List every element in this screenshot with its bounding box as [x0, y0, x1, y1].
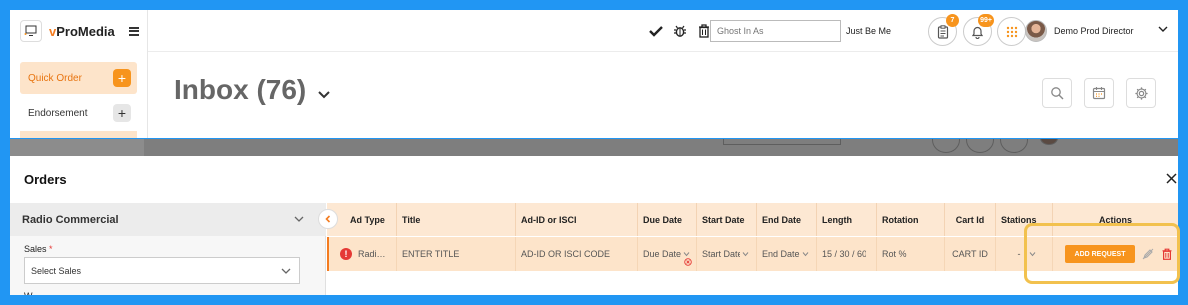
- collapse-panel-button[interactable]: [318, 209, 338, 229]
- column-header-ad-id[interactable]: Ad-ID or ISCI: [516, 203, 638, 236]
- just-be-me-button[interactable]: Just Be Me: [846, 26, 891, 36]
- grid-header: Ad Type Title Ad-ID or ISCI Due Date Sta…: [327, 203, 1178, 236]
- calendar-button[interactable]: [1084, 78, 1114, 108]
- cell-ad-type[interactable]: ! Radi…: [335, 237, 397, 271]
- ad-type-value: Radi…: [358, 249, 386, 259]
- apps-grid-button[interactable]: [997, 17, 1026, 46]
- stations-value: -: [1017, 249, 1021, 259]
- hamburger-menu-icon[interactable]: [128, 26, 139, 36]
- due-date-select[interactable]: Due Date: [638, 237, 697, 271]
- notifications-badge: 99+: [978, 14, 994, 27]
- column-header-ad-type[interactable]: Ad Type: [345, 203, 397, 236]
- column-header-rotation[interactable]: Rotation: [877, 203, 945, 236]
- sidebar: vProMedia Quick Order + Endorsement +: [10, 10, 148, 138]
- chevron-down-icon[interactable]: [294, 214, 304, 224]
- ghost-in-as-input[interactable]: [710, 20, 841, 42]
- page-title: Inbox (76): [174, 74, 307, 105]
- column-header-length[interactable]: Length: [817, 203, 877, 236]
- rotation-input[interactable]: Rot %: [877, 237, 945, 271]
- close-icon[interactable]: [1166, 173, 1177, 184]
- check-icon[interactable]: [648, 23, 664, 39]
- length-input[interactable]: 15 / 30 / 60: [817, 237, 877, 271]
- sidebar-item-endorsement[interactable]: Endorsement +: [20, 97, 137, 129]
- sidebar-item-label: Endorsement: [28, 107, 88, 119]
- column-header-end-date[interactable]: End Date: [757, 203, 817, 236]
- section-title: Radio Commercial: [22, 213, 119, 226]
- chevron-down-icon[interactable]: [1158, 24, 1168, 34]
- sidebar-item-quick-order[interactable]: Quick Order +: [20, 62, 137, 94]
- settings-button[interactable]: [1126, 78, 1156, 108]
- orders-modal: Orders Radio Commercial Sales * Select S…: [10, 156, 1178, 295]
- search-icon: [1051, 87, 1064, 100]
- logo-icon: [20, 20, 42, 42]
- chevron-down-icon: [683, 252, 690, 257]
- required-mark: *: [49, 244, 53, 254]
- due-date-value: Due Date: [643, 249, 682, 259]
- avatar[interactable]: [1025, 20, 1047, 42]
- stations-select[interactable]: -: [996, 237, 1053, 271]
- column-header-cart-id[interactable]: Cart Id: [945, 203, 996, 236]
- column-header-actions: Actions: [1098, 214, 1132, 225]
- plus-icon[interactable]: +: [113, 69, 131, 87]
- bug-icon[interactable]: [672, 23, 688, 39]
- start-date-select[interactable]: Start Date: [697, 237, 757, 271]
- notifications-button[interactable]: 99+: [963, 14, 994, 46]
- table-row: ! Radi… ENTER TITLE AD-ID OR ISCI CODE D…: [327, 237, 1178, 271]
- column-header-stations[interactable]: Stations: [996, 203, 1053, 236]
- error-icon: !: [340, 248, 352, 260]
- chevron-down-icon: [281, 268, 291, 274]
- order-form-panel: Radio Commercial Sales * Select Sales W: [10, 203, 326, 295]
- start-date-value: Start Date: [702, 249, 740, 259]
- search-button[interactable]: [1042, 78, 1072, 108]
- column-header-title[interactable]: Title: [397, 203, 516, 236]
- column-header-due-date[interactable]: Due Date: [638, 203, 697, 236]
- background-overlay: [10, 139, 1178, 156]
- sidebar-item-next[interactable]: [20, 131, 137, 138]
- field-label: W: [24, 291, 33, 295]
- chevron-left-icon: [325, 215, 331, 223]
- top-bar: Just Be Me 7 99+ Demo Prod Director: [148, 10, 1178, 52]
- end-date-value: End Date: [762, 249, 800, 259]
- add-request-button[interactable]: ADD REQUEST: [1065, 245, 1135, 263]
- sales-select-value: Select Sales: [31, 265, 82, 276]
- calendar-icon: [1092, 87, 1106, 100]
- edit-disabled-icon[interactable]: [1142, 248, 1154, 260]
- section-header-radio-commercial[interactable]: Radio Commercial: [10, 203, 326, 236]
- sales-label: Sales *: [24, 244, 53, 254]
- brand-name: vProMedia: [49, 23, 115, 39]
- length-value: 15 / 30 / 60: [822, 249, 866, 259]
- clipboard-button[interactable]: 7: [928, 14, 959, 46]
- logo-row: vProMedia: [10, 10, 147, 52]
- sales-select[interactable]: Select Sales: [24, 257, 300, 284]
- chevron-down-icon[interactable]: [318, 90, 330, 100]
- end-date-select[interactable]: End Date: [757, 237, 817, 271]
- chevron-down-icon: [802, 252, 808, 257]
- clipboard-badge: 7: [946, 14, 959, 27]
- clear-error-icon[interactable]: [684, 258, 692, 266]
- sidebar-item-label: Quick Order: [28, 72, 82, 84]
- chevron-down-icon: [742, 252, 749, 257]
- plus-icon[interactable]: +: [113, 104, 131, 122]
- app-window: vProMedia Quick Order + Endorsement + Ju…: [10, 10, 1178, 138]
- apps-grid-icon: [1006, 26, 1017, 37]
- gear-icon: [1134, 86, 1148, 100]
- title-input[interactable]: ENTER TITLE: [397, 237, 516, 271]
- modal-title: Orders: [24, 172, 67, 187]
- user-name[interactable]: Demo Prod Director: [1054, 26, 1134, 36]
- delete-icon[interactable]: [1161, 248, 1173, 260]
- ad-id-input[interactable]: AD-ID OR ISCI CODE: [516, 237, 638, 271]
- column-header-start-date[interactable]: Start Date: [697, 203, 757, 236]
- clipboard-icon: [937, 24, 948, 39]
- chevron-down-icon: [1029, 252, 1035, 257]
- cart-id-input[interactable]: CART ID: [945, 237, 996, 271]
